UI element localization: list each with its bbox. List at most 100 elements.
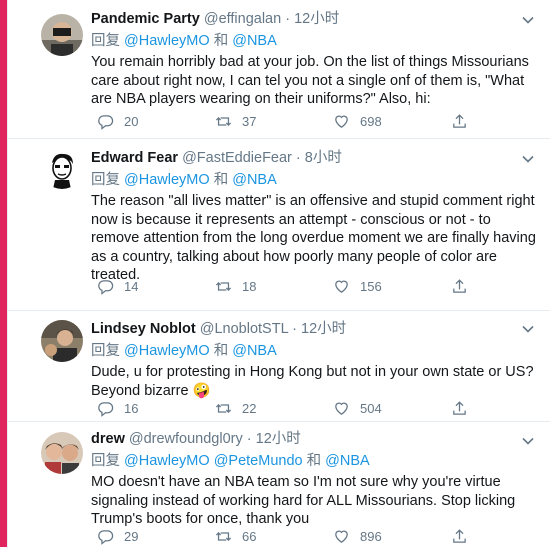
caret-down-icon[interactable] bbox=[521, 434, 535, 448]
share-icon bbox=[453, 400, 466, 415]
tweet-header: Pandemic Party @effingalan · 12小时 bbox=[91, 10, 537, 29]
like-button[interactable]: 504 bbox=[333, 398, 382, 418]
reply-prefix: 回复 bbox=[91, 453, 120, 469]
like-count: 156 bbox=[360, 278, 382, 294]
reply-feed: Pandemic Party @effingalan · 12小时 回复 @Ha… bbox=[7, 0, 550, 547]
mention-link[interactable]: @HawleyMO bbox=[124, 33, 210, 49]
share-button[interactable] bbox=[451, 526, 478, 546]
share-button[interactable] bbox=[451, 398, 478, 418]
reply-context: 回复 @HawleyMO 和 @NBA bbox=[91, 341, 537, 361]
share-button[interactable] bbox=[451, 276, 478, 296]
display-name[interactable]: Edward Fear bbox=[91, 150, 178, 166]
share-icon bbox=[453, 113, 466, 128]
mention-link[interactable]: @NBA bbox=[232, 343, 277, 359]
reply-button[interactable]: 16 bbox=[97, 398, 138, 418]
reply-context: 回复 @HawleyMO 和 @NBA bbox=[91, 170, 537, 190]
like-icon bbox=[335, 280, 348, 293]
mention-link[interactable]: @NBA bbox=[232, 172, 277, 188]
mention-joiner: 和 bbox=[213, 172, 229, 188]
retweet-button[interactable]: 66 bbox=[215, 526, 256, 546]
like-count: 504 bbox=[360, 400, 382, 416]
reply-icon bbox=[98, 279, 114, 295]
tweet[interactable]: Lindsey Noblot @LnoblotSTL · 12小时 回复 @Ha… bbox=[8, 311, 550, 422]
like-icon bbox=[335, 402, 348, 415]
reply-icon bbox=[98, 114, 114, 130]
retweet-count: 22 bbox=[242, 400, 257, 416]
avatar[interactable] bbox=[41, 147, 83, 189]
caret-down-icon[interactable] bbox=[521, 322, 535, 336]
tweet-text: MO doesn't have an NBA team so I'm not s… bbox=[91, 474, 516, 527]
mention-link[interactable]: @NBA bbox=[325, 453, 370, 469]
like-button[interactable]: 698 bbox=[333, 111, 382, 131]
tweet-text: Dude, u for protesting in Hong Kong but … bbox=[91, 363, 537, 400]
reply-prefix: 回复 bbox=[91, 33, 120, 49]
retweet-icon bbox=[215, 116, 232, 126]
like-button[interactable]: 896 bbox=[333, 526, 382, 546]
reply-button[interactable]: 20 bbox=[97, 111, 138, 131]
retweet-icon bbox=[215, 281, 232, 291]
reply-context: 回复 @HawleyMO 和 @NBA bbox=[91, 31, 537, 51]
share-icon bbox=[453, 278, 466, 293]
reply-context: 回复 @HawleyMO @PeteMundo 和 @NBA bbox=[91, 451, 537, 471]
timestamp[interactable]: 12小时 bbox=[301, 321, 346, 337]
like-icon bbox=[335, 530, 348, 543]
display-name[interactable]: Pandemic Party bbox=[91, 11, 200, 27]
mention-link[interactable]: @PeteMundo bbox=[214, 453, 303, 469]
retweet-count: 66 bbox=[242, 528, 257, 544]
retweet-count: 18 bbox=[242, 278, 257, 294]
retweet-button[interactable]: 18 bbox=[215, 276, 256, 296]
tweet[interactable]: Edward Fear @FastEddieFear · 8小时 回复 @Haw… bbox=[8, 139, 550, 311]
timestamp[interactable]: 12小时 bbox=[256, 431, 301, 447]
separator-dot: · bbox=[285, 11, 291, 27]
retweet-icon bbox=[215, 403, 232, 413]
timestamp[interactable]: 8小时 bbox=[305, 150, 342, 166]
user-handle[interactable]: @FastEddieFear bbox=[182, 150, 292, 166]
like-button[interactable]: 156 bbox=[333, 276, 382, 296]
mention-joiner: 和 bbox=[213, 33, 229, 49]
mention-link[interactable]: @NBA bbox=[232, 33, 277, 49]
tweet-header: drew @drewfoundgl0ry · 12小时 bbox=[91, 430, 537, 449]
retweet-button[interactable]: 37 bbox=[215, 111, 256, 131]
reply-prefix: 回复 bbox=[91, 343, 120, 359]
like-count: 896 bbox=[360, 528, 382, 544]
reply-icon bbox=[98, 529, 114, 545]
display-name[interactable]: Lindsey Noblot bbox=[91, 321, 196, 337]
share-button[interactable] bbox=[451, 111, 478, 131]
avatar[interactable] bbox=[41, 432, 83, 474]
reply-count: 16 bbox=[124, 400, 139, 416]
tweet-text: The reason "all lives matter" is an offe… bbox=[91, 193, 536, 283]
tweet[interactable]: drew @drewfoundgl0ry · 12小时 回复 @HawleyMO… bbox=[8, 422, 550, 547]
avatar[interactable] bbox=[41, 320, 83, 362]
mention-link[interactable]: @HawleyMO bbox=[124, 172, 210, 188]
reply-button[interactable]: 29 bbox=[97, 526, 138, 546]
reply-prefix: 回复 bbox=[91, 172, 120, 188]
mention-link[interactable]: @HawleyMO bbox=[124, 343, 210, 359]
mention-link[interactable]: @HawleyMO bbox=[124, 453, 210, 469]
reply-icon bbox=[98, 401, 114, 417]
display-name[interactable]: drew bbox=[91, 431, 125, 447]
user-handle[interactable]: @drewfoundgl0ry bbox=[129, 431, 243, 447]
retweet-icon bbox=[215, 531, 232, 541]
timestamp[interactable]: 12小时 bbox=[294, 11, 339, 27]
separator-dot: · bbox=[295, 150, 301, 166]
like-icon bbox=[335, 115, 348, 128]
caret-down-icon[interactable] bbox=[521, 152, 535, 166]
reply-count: 29 bbox=[124, 528, 139, 544]
reply-count: 20 bbox=[124, 113, 139, 129]
mention-joiner: 和 bbox=[213, 343, 229, 359]
user-handle[interactable]: @LnoblotSTL bbox=[200, 321, 288, 337]
zany-face-emoji: 🤪 bbox=[192, 382, 211, 399]
retweet-count: 37 bbox=[242, 113, 257, 129]
user-handle[interactable]: @effingalan bbox=[204, 11, 281, 27]
caret-down-icon[interactable] bbox=[521, 13, 535, 27]
reply-button[interactable]: 14 bbox=[97, 276, 138, 296]
separator-dot: · bbox=[246, 431, 252, 447]
tweet-header: Lindsey Noblot @LnoblotSTL · 12小时 bbox=[91, 320, 537, 339]
retweet-button[interactable]: 22 bbox=[215, 398, 256, 418]
tweet-text: You remain horribly bad at your job. On … bbox=[91, 54, 529, 107]
tweet-header: Edward Fear @FastEddieFear · 8小时 bbox=[91, 149, 537, 168]
separator-dot: · bbox=[292, 321, 297, 337]
avatar[interactable] bbox=[41, 14, 83, 56]
tweet[interactable]: Pandemic Party @effingalan · 12小时 回复 @Ha… bbox=[8, 0, 550, 139]
tweet-text-content: Dude, u for protesting in Hong Kong but … bbox=[91, 364, 534, 399]
